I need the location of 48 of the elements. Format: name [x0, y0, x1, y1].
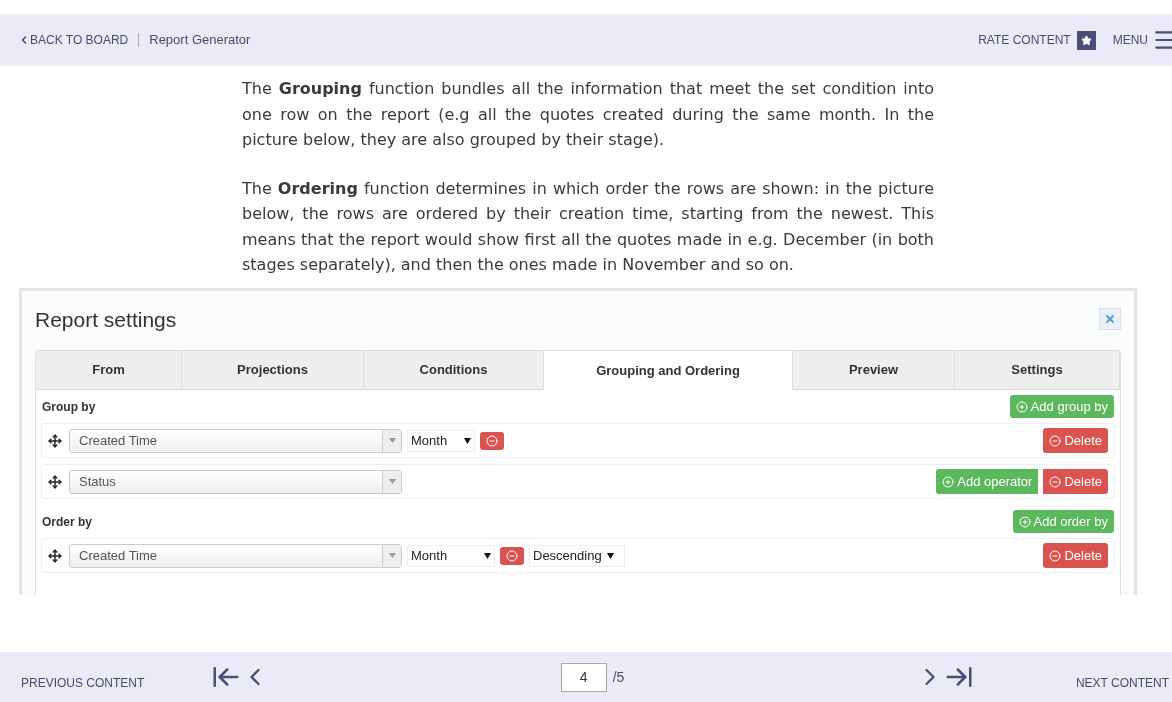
drag-handle-icon[interactable]	[48, 548, 62, 563]
delete-button[interactable]: Delete	[1043, 469, 1108, 494]
next-content-link[interactable]: NEXT CONTENT	[974, 674, 1169, 692]
caret-icon	[388, 553, 396, 558]
remove-button[interactable]	[500, 546, 524, 565]
field-select[interactable]: Status	[69, 469, 402, 494]
previous-content-link[interactable]: PREVIOUS CONTENT	[21, 674, 211, 692]
tab[interactable]: Projections	[182, 351, 364, 390]
caret-icon	[388, 479, 396, 484]
close-icon	[1104, 313, 1116, 326]
minus-circle-icon	[1049, 434, 1062, 447]
page-number-field[interactable]: 4	[560, 662, 607, 692]
caret-icon	[464, 437, 471, 444]
body-paragraph: The Grouping function bundles all the information that meet the set condition into one row on the report (e.g all the quotes created during the same month. In the picture below, they are also grouped by their stage).	[242, 78, 934, 151]
tab[interactable]: Conditions	[364, 351, 544, 390]
menu-link[interactable]: MENU	[1112, 31, 1148, 49]
direction-select[interactable]: Descending	[529, 544, 625, 567]
section-label: Group by	[42, 398, 96, 416]
plus-circle-icon	[1018, 515, 1031, 528]
field-select[interactable]: Created Time	[69, 543, 402, 568]
drag-handle-icon[interactable]	[48, 433, 62, 448]
back-link[interactable]: BACK TO BOARD	[18, 31, 129, 49]
tab[interactable]: From	[36, 351, 182, 390]
page-title: Report Generator	[149, 31, 251, 50]
rate-link[interactable]: RATE CONTENT	[978, 31, 1071, 49]
caret-icon	[606, 552, 614, 559]
section-label: Order by	[42, 513, 92, 531]
caret-icon	[388, 438, 396, 443]
page-total: /5	[612, 667, 625, 687]
tab[interactable]: Preview	[793, 351, 955, 390]
delete-button[interactable]: Delete	[1043, 543, 1108, 568]
body-paragraph: The Ordering function determines in which order the rows are shown: in the picture below, the rows are ordered by their creation time, starting from the newest. This means that the report would show first all the quotes made in e.g. December (in both stages separately), and then the ones made in November and so on.	[242, 177, 934, 276]
plus-circle-icon	[1015, 400, 1028, 413]
remove-button[interactable]	[480, 431, 504, 450]
close-button[interactable]	[1099, 308, 1121, 331]
field-select[interactable]: Created Time	[69, 428, 402, 453]
unit-select[interactable]: Month	[407, 544, 495, 567]
minus-circle-icon	[1049, 475, 1062, 488]
tab[interactable]: Settings	[955, 351, 1120, 390]
minus-circle-icon	[486, 434, 498, 447]
caret-icon	[484, 552, 491, 559]
minus-circle-icon	[1049, 549, 1062, 562]
dialog-title: Report settings	[35, 306, 177, 333]
delete-button[interactable]: Delete	[1043, 428, 1108, 453]
drag-handle-icon[interactable]	[48, 474, 62, 489]
minus-circle-icon	[506, 549, 518, 562]
unit-select[interactable]: Month	[407, 429, 475, 452]
plus-circle-icon	[942, 475, 955, 488]
